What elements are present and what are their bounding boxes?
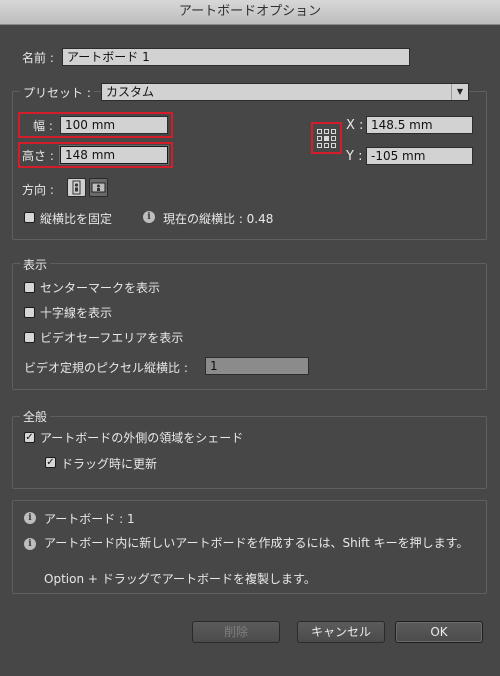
center-mark-checkbox[interactable] [24,282,35,293]
preset-value: カスタム [106,85,155,99]
center-mark-label: センターマークを表示 [40,281,161,295]
info-icon: i [143,211,155,223]
video-ruler-field[interactable]: 1 [205,357,309,375]
x-label: X : [346,118,364,133]
display-title: 表示 [20,256,51,273]
y-field[interactable]: -105 mm [366,147,473,165]
global-group [12,416,487,489]
video-safe-checkbox[interactable] [24,332,35,343]
ratio-text: 現在の縦横比 : 0.48 [163,212,274,226]
ok-button[interactable]: OK [395,621,483,643]
fade-outside-checkbox[interactable]: ✓ [24,432,35,443]
orientation-landscape-button[interactable] [89,178,108,197]
update-drag-label: ドラッグ時に更新 [61,457,158,471]
video-safe-label: ビデオセーフエリアを表示 [40,331,184,345]
orientation-label: 方向 : [22,183,54,197]
name-field[interactable]: アートボード 1 [62,48,410,66]
portrait-icon [72,180,81,195]
preset-dropdown[interactable]: カスタム ▼ [101,83,469,101]
name-label: 名前 : [22,51,54,65]
fade-outside-label: アートボードの外側の領域をシェード [40,431,244,445]
global-title: 全般 [20,408,51,425]
reference-point-icon[interactable] [315,126,338,150]
video-ruler-label: ビデオ定規のピクセル縦横比 : [24,361,188,375]
y-label: Y : [346,149,363,164]
window-title: アートボードオプション [0,0,500,25]
height-label: 高さ : [22,149,54,163]
width-label: 幅 : [33,119,53,133]
height-field[interactable]: 148 mm [60,146,168,164]
preset-label: プリセット : [20,84,94,101]
artboard-count: アートボード : 1 [44,512,135,526]
landscape-icon [91,182,106,193]
delete-button[interactable]: 削除 [192,621,280,643]
cancel-button[interactable]: キャンセル [297,621,385,643]
constrain-checkbox[interactable] [24,212,35,223]
cross-hairs-checkbox[interactable] [24,307,35,318]
cross-hairs-label: 十字線を表示 [40,306,113,320]
chevron-down-icon: ▼ [451,84,468,100]
width-field[interactable]: 100 mm [60,116,168,134]
tip-new-artboard: アートボード内に新しいアートボードを作成するには、Shift キーを押します。 [44,536,469,550]
info-icon: i [24,512,36,524]
tip-duplicate: Option + ドラッグでアートボードを複製します。 [44,572,316,586]
info-icon: i [24,538,36,550]
update-drag-checkbox[interactable]: ✓ [45,457,56,468]
x-field[interactable]: 148.5 mm [366,116,473,134]
orientation-portrait-button[interactable] [67,178,86,197]
constrain-label: 縦横比を固定 [40,212,113,226]
